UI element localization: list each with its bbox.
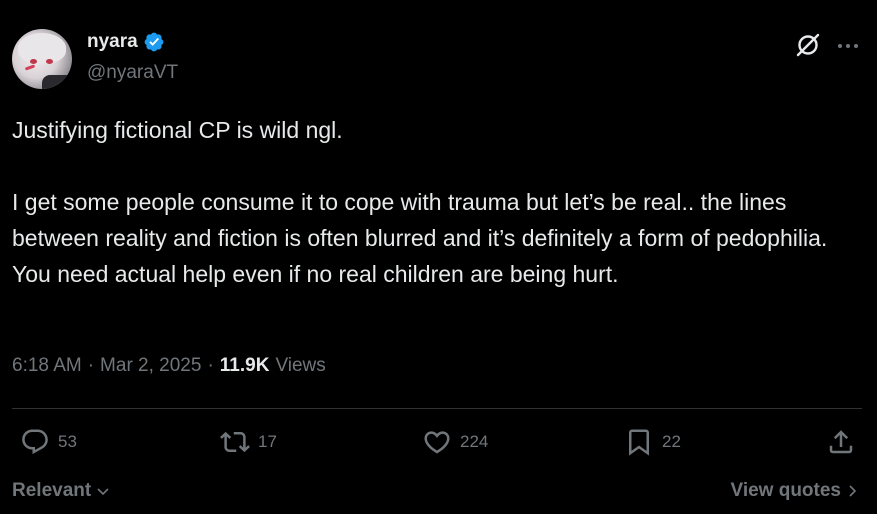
- tweet-paragraph: I get some people consume it to cope wit…: [12, 189, 828, 287]
- more-dot: [854, 44, 858, 48]
- chevron-down-icon: [97, 488, 109, 496]
- views-count: 11.9K: [219, 355, 270, 376]
- sort-label: Relevant: [12, 480, 92, 501]
- like-count: 224: [460, 432, 489, 451]
- verified-badge-icon: [144, 32, 164, 52]
- grok-icon[interactable]: [795, 32, 821, 58]
- display-name[interactable]: nyara: [87, 31, 138, 53]
- tweet-meta: 6:18 AM · Mar 2, 2025 · 11.9K Views: [12, 355, 326, 377]
- heart-icon: [424, 431, 450, 454]
- repost-icon: [220, 431, 250, 453]
- meta-separator: ·: [207, 355, 214, 376]
- avatar-hair: [18, 33, 66, 63]
- views-label: Views: [275, 355, 326, 376]
- view-quotes-label: View quotes: [730, 480, 841, 501]
- sort-replies-dropdown[interactable]: Relevant: [12, 480, 111, 502]
- bookmark-icon: [629, 429, 649, 456]
- reply-icon: [22, 429, 48, 455]
- more-dot: [838, 44, 842, 48]
- author-handle[interactable]: @nyaraVT: [87, 62, 178, 84]
- reply-count: 53: [58, 432, 77, 451]
- avatar-eye-left: [30, 59, 37, 64]
- tweet-paragraph: Justifying fictional CP is wild ngl.: [12, 117, 343, 143]
- more-dot: [846, 44, 850, 48]
- reply-button[interactable]: 53: [20, 427, 77, 457]
- chevron-right-icon: [849, 485, 857, 497]
- repost-button[interactable]: 17: [220, 427, 277, 457]
- avatar[interactable]: [12, 29, 72, 89]
- meta-separator: ·: [87, 355, 95, 376]
- bookmark-count: 22: [662, 432, 681, 451]
- bookmark-button[interactable]: 22: [624, 427, 681, 457]
- tweet-text: Justifying fictional CP is wild ngl. I g…: [12, 112, 862, 292]
- avatar-eye-right: [46, 59, 53, 64]
- tweet-time[interactable]: 6:18 AM: [12, 355, 82, 377]
- share-button[interactable]: [826, 427, 856, 457]
- action-bar: 53 17 224 22: [12, 427, 862, 463]
- divider: [12, 408, 862, 409]
- author-name-row[interactable]: nyara: [87, 31, 165, 53]
- tweet-date[interactable]: Mar 2, 2025: [100, 355, 201, 377]
- avatar-cloth: [42, 75, 72, 89]
- repost-count: 17: [258, 432, 277, 451]
- like-button[interactable]: 224: [422, 427, 488, 457]
- share-icon: [829, 430, 853, 454]
- avatar-mark: [24, 64, 36, 71]
- view-quotes-link[interactable]: View quotes: [730, 480, 859, 502]
- more-options-icon[interactable]: [836, 34, 860, 58]
